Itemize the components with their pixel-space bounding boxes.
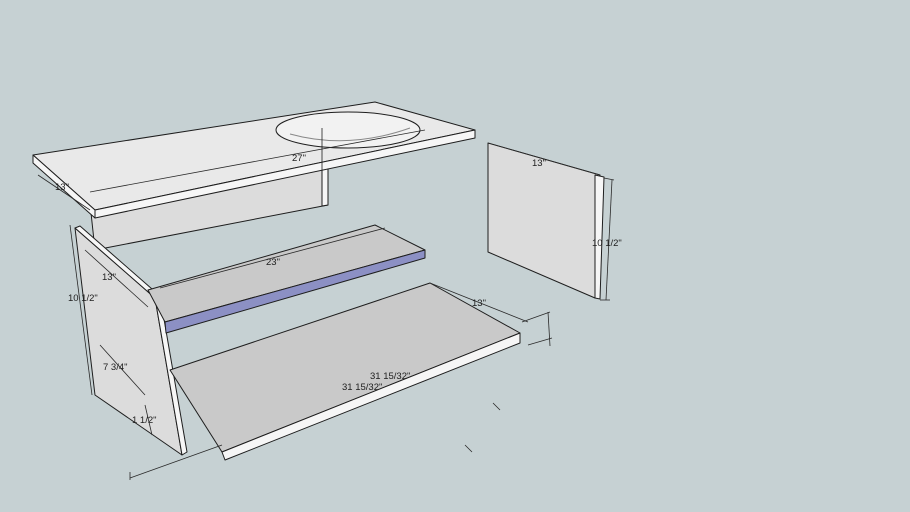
label-side-height: 10 1/2" xyxy=(68,293,98,304)
label-back-height: 10 1/2" xyxy=(592,238,622,249)
right-side-panel xyxy=(487,142,605,300)
exploded-cabinet-diagram: 27" 13" 13" 10 1/2" 7 3/4" 1 1/2" 23" 13… xyxy=(32,101,622,480)
label-kick-height: 7 3/4" xyxy=(103,362,128,373)
label-bottom-depth: 13" xyxy=(472,298,486,309)
label-shelf-width: 23" xyxy=(266,257,280,268)
sink-cutout xyxy=(275,111,421,149)
left-side-panel xyxy=(74,225,188,456)
label-bottom-length-2: 31 15/32" xyxy=(342,382,382,393)
label-side-depth: 13" xyxy=(102,272,116,283)
label-bottom-length-1: 31 15/32" xyxy=(370,371,410,382)
label-top-width: 27" xyxy=(292,153,306,164)
label-kick-inset: 1 1/2" xyxy=(132,415,157,426)
model-viewport[interactable]: 27" 13" 13" 10 1/2" 7 3/4" 1 1/2" 23" 13… xyxy=(0,0,910,512)
label-top-depth: 13" xyxy=(55,182,69,193)
label-back-width: 13" xyxy=(532,158,546,169)
